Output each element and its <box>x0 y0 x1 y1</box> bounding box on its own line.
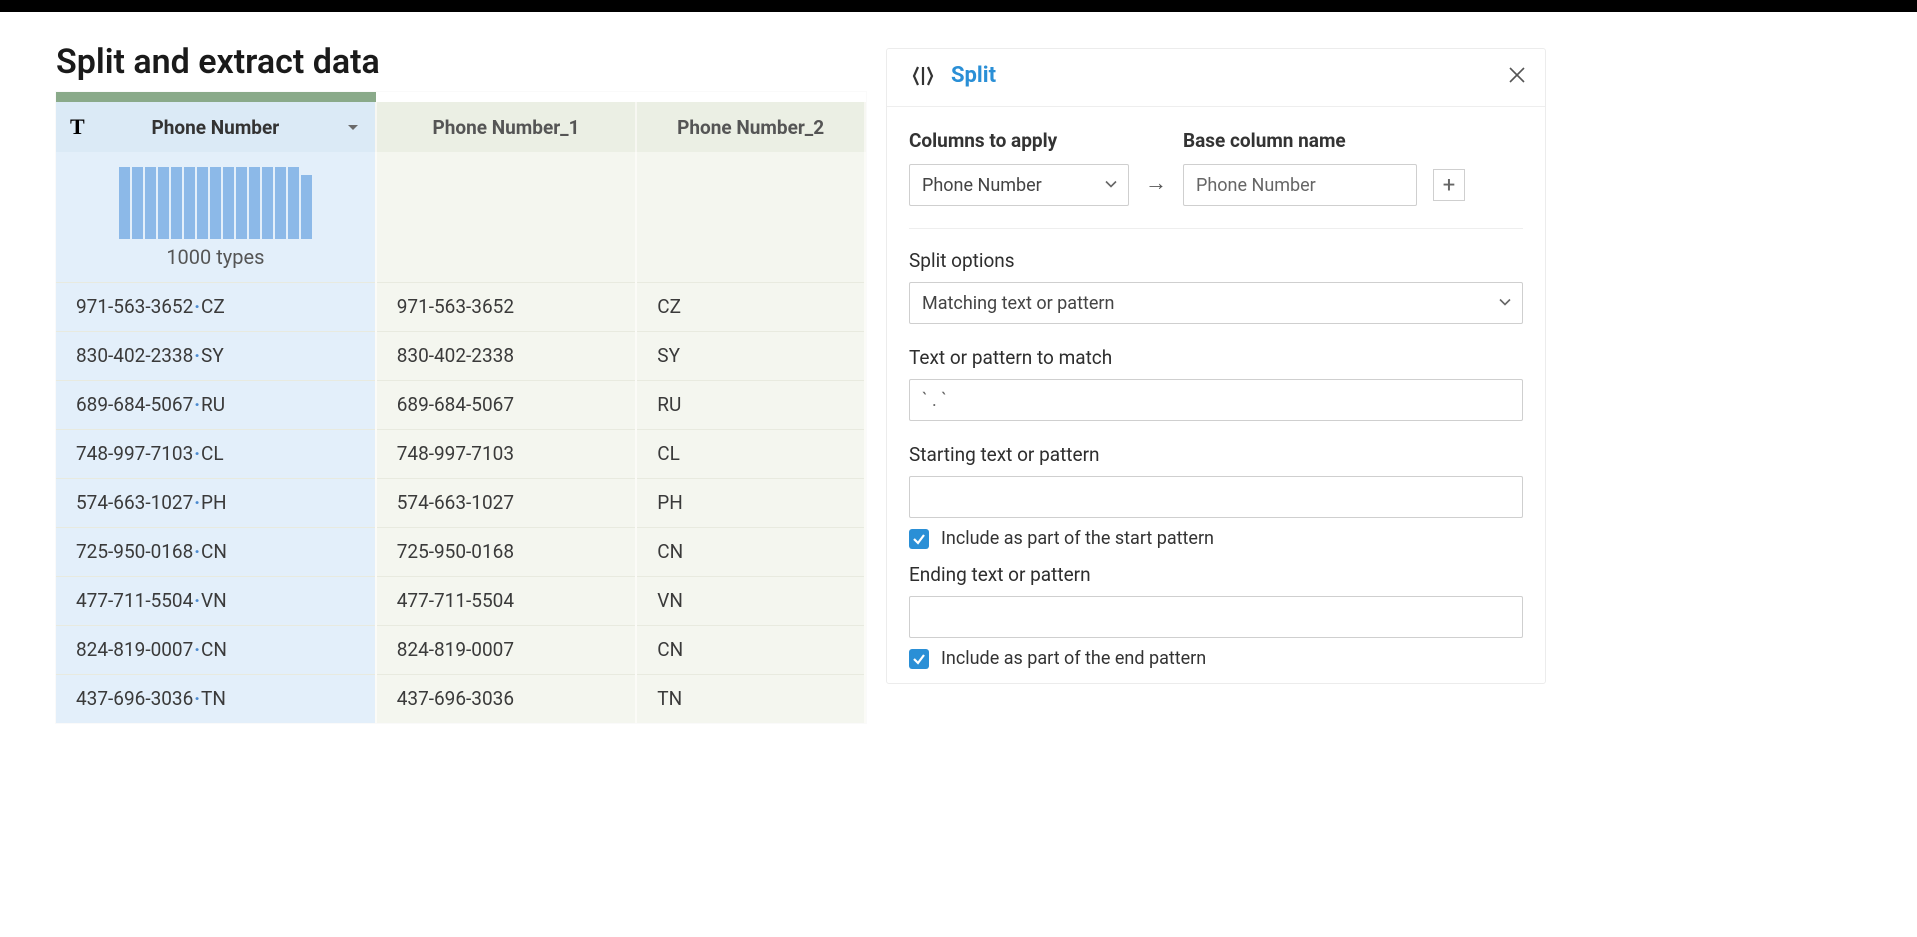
table-row[interactable]: 725-950-0168·CN725-950-0168CN <box>56 527 865 576</box>
cell-phone-number-2[interactable]: PH <box>636 478 865 527</box>
text-type-icon: T <box>70 114 85 140</box>
cell-phone-number[interactable]: 725-950-0168·CN <box>56 527 376 576</box>
column-profile: 1000 types <box>56 152 376 282</box>
split-delimiter-marker: · <box>193 393 201 416</box>
cell-phone-number-1[interactable]: 971-563-3652 <box>376 282 637 331</box>
cell-phone-number-1[interactable]: 824-819-0007 <box>376 625 637 674</box>
select-value: Matching text or pattern <box>922 293 1114 314</box>
text-pattern-input[interactable] <box>909 379 1523 421</box>
cell-phone-number[interactable]: 437-696-3036·TN <box>56 674 376 723</box>
cell-phone-number[interactable]: 748-997-7103·CL <box>56 429 376 478</box>
column-header-phone-number[interactable]: T Phone Number <box>56 102 376 152</box>
ending-pattern-label: Ending text or pattern <box>909 563 1523 586</box>
split-delimiter-marker: · <box>193 540 201 563</box>
cell-phone-number-2[interactable]: VN <box>636 576 865 625</box>
include-start-checkbox[interactable] <box>909 529 929 549</box>
add-column-button[interactable]: + <box>1433 169 1465 201</box>
cell-phone-number[interactable]: 689-684-5067·RU <box>56 380 376 429</box>
cell-phone-number-1[interactable]: 574-663-1027 <box>376 478 637 527</box>
close-icon[interactable] <box>1507 65 1527 89</box>
split-delimiter-marker: · <box>193 344 201 367</box>
chevron-down-icon <box>1104 175 1118 196</box>
column-label: Phone Number_2 <box>677 116 824 139</box>
cell-phone-number[interactable]: 971-563-3652·CZ <box>56 282 376 331</box>
split-icon <box>909 64 937 88</box>
cell-phone-number-2[interactable]: CL <box>636 429 865 478</box>
divider <box>909 228 1523 229</box>
table-row[interactable]: 830-402-2338·SY830-402-2338SY <box>56 331 865 380</box>
cell-phone-number-2[interactable]: CN <box>636 625 865 674</box>
table-row[interactable]: 689-684-5067·RU689-684-5067RU <box>56 380 865 429</box>
column-header-phone-number-1[interactable]: Phone Number_1 <box>376 102 637 152</box>
column-label: Phone Number_1 <box>433 116 580 139</box>
column-label: Phone Number <box>152 116 280 139</box>
table-row[interactable]: 437-696-3036·TN437-696-3036TN <box>56 674 865 723</box>
split-delimiter-marker: · <box>193 491 201 514</box>
include-start-label: Include as part of the start pattern <box>941 528 1214 549</box>
table-row[interactable]: 574-663-1027·PH574-663-1027PH <box>56 478 865 527</box>
cell-phone-number-1[interactable]: 725-950-0168 <box>376 527 637 576</box>
table-row[interactable]: 748-997-7103·CL748-997-7103CL <box>56 429 865 478</box>
cell-phone-number-1[interactable]: 689-684-5067 <box>376 380 637 429</box>
data-quality-bar <box>56 92 376 102</box>
split-delimiter-marker: · <box>193 638 201 661</box>
panel-title: Split <box>951 63 996 88</box>
cell-phone-number[interactable]: 830-402-2338·SY <box>56 331 376 380</box>
cell-phone-number-1[interactable]: 830-402-2338 <box>376 331 637 380</box>
split-options-label: Split options <box>909 249 1523 272</box>
select-value: Phone Number <box>922 175 1042 196</box>
cell-phone-number-1[interactable]: 748-997-7103 <box>376 429 637 478</box>
split-delimiter-marker: · <box>193 442 201 465</box>
histogram-icon <box>76 165 355 239</box>
starting-pattern-label: Starting text or pattern <box>909 443 1523 466</box>
data-table: T Phone Number Phone Number_1 Phone Numb… <box>56 92 866 723</box>
base-column-name-input[interactable] <box>1183 164 1417 206</box>
cell-phone-number-2[interactable]: SY <box>636 331 865 380</box>
cell-phone-number-2[interactable]: TN <box>636 674 865 723</box>
table-row[interactable]: 477-711-5504·VN477-711-5504VN <box>56 576 865 625</box>
page-title: Split and extract data <box>56 42 866 82</box>
starting-pattern-input[interactable] <box>909 476 1523 518</box>
cell-phone-number-1[interactable]: 477-711-5504 <box>376 576 637 625</box>
column-profile-empty <box>636 152 865 282</box>
ending-pattern-input[interactable] <box>909 596 1523 638</box>
columns-to-apply-label: Columns to apply <box>909 129 1129 152</box>
columns-to-apply-select[interactable]: Phone Number <box>909 164 1129 206</box>
cell-phone-number-2[interactable]: CN <box>636 527 865 576</box>
table-row[interactable]: 824-819-0007·CN824-819-0007CN <box>56 625 865 674</box>
cell-phone-number[interactable]: 477-711-5504·VN <box>56 576 376 625</box>
column-profile-empty <box>376 152 637 282</box>
cell-phone-number[interactable]: 574-663-1027·PH <box>56 478 376 527</box>
column-header-phone-number-2[interactable]: Phone Number_2 <box>636 102 865 152</box>
cell-phone-number-1[interactable]: 437-696-3036 <box>376 674 637 723</box>
split-delimiter-marker: · <box>193 687 201 710</box>
types-count-label: 1000 types <box>76 245 355 269</box>
base-column-name-label: Base column name <box>1183 129 1417 152</box>
table-row[interactable]: 971-563-3652·CZ971-563-3652CZ <box>56 282 865 331</box>
split-panel: Split Columns to apply Phone Number <box>886 48 1546 684</box>
include-end-label: Include as part of the end pattern <box>941 648 1206 669</box>
cell-phone-number[interactable]: 824-819-0007·CN <box>56 625 376 674</box>
cell-phone-number-2[interactable]: CZ <box>636 282 865 331</box>
split-delimiter-marker: · <box>193 589 201 612</box>
cell-phone-number-2[interactable]: RU <box>636 380 865 429</box>
text-pattern-label: Text or pattern to match <box>909 346 1523 369</box>
arrow-right-icon: → <box>1145 170 1167 206</box>
chevron-down-icon <box>1498 293 1512 314</box>
split-options-select[interactable]: Matching text or pattern <box>909 282 1523 324</box>
split-delimiter-marker: · <box>193 295 201 318</box>
include-end-checkbox[interactable] <box>909 649 929 669</box>
chevron-down-icon[interactable] <box>345 119 361 135</box>
